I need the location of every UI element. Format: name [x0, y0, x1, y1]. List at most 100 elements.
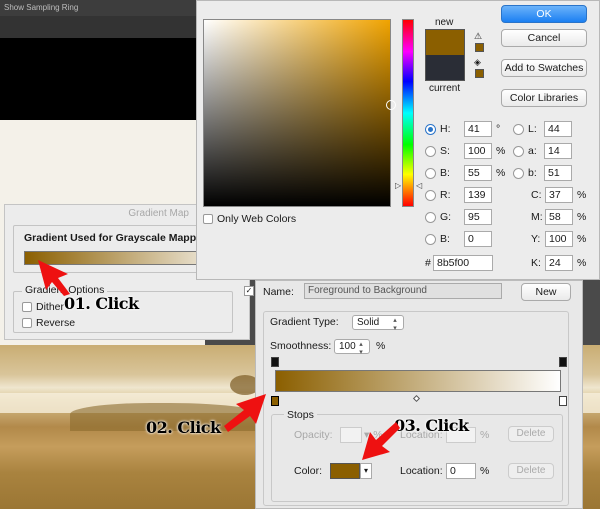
web-safe-cube-icon[interactable]: ◈ [474, 57, 481, 68]
black-unit: % [577, 257, 587, 269]
hue-unit: ° [496, 123, 501, 135]
step-1-arrow-icon [38, 260, 70, 296]
cyan-label: C: [531, 189, 542, 201]
magenta-unit: % [577, 211, 587, 223]
saturation-label: S: [440, 145, 450, 157]
brightness-input[interactable]: 55 [464, 165, 492, 181]
lab-b-input[interactable]: 51 [544, 165, 572, 181]
lab-l-input[interactable]: 44 [544, 121, 572, 137]
opacity-label: Opacity: [294, 429, 333, 441]
reverse-label: Reverse [36, 317, 76, 329]
opacity-stop-right[interactable] [559, 357, 567, 367]
magenta-input[interactable]: 58 [545, 209, 573, 225]
smoothness-select[interactable]: 100 [334, 339, 370, 356]
gradient-name-input[interactable]: Foreground to Background [304, 283, 502, 299]
cyan-row: C: 37 % [531, 187, 587, 203]
ok-button[interactable]: OK [501, 5, 587, 23]
reverse-checkbox[interactable]: Reverse [22, 317, 75, 329]
gradient-settings-panel: Gradient Type: Solid Smoothness: 100 % O… [263, 311, 569, 506]
opacity-input[interactable] [340, 427, 362, 443]
gradient-type-label: Gradient Type: [270, 316, 339, 328]
add-to-swatches-button[interactable]: Add to Swatches [501, 59, 587, 77]
black-label: K: [531, 257, 541, 269]
gradient-bar[interactable] [275, 370, 561, 392]
cancel-button[interactable]: Cancel [501, 29, 587, 47]
gradient-type-row: Gradient Type: [270, 316, 339, 328]
hue-input[interactable]: 41 [464, 121, 492, 137]
color-location-input[interactable]: 0 [446, 463, 476, 479]
color-stop-left[interactable] [271, 396, 279, 406]
saturation-input[interactable]: 100 [464, 143, 492, 159]
lab-b-radio[interactable] [513, 167, 524, 179]
red-label: R: [440, 189, 451, 201]
dither-label: Dither [36, 301, 65, 313]
hue-label: H: [440, 123, 451, 135]
stops-label: Stops [284, 409, 317, 421]
green-input[interactable]: 95 [464, 209, 492, 225]
hue-slider[interactable] [402, 19, 414, 207]
opacity-location-unit: % [480, 429, 490, 441]
yellow-input[interactable]: 100 [545, 231, 573, 247]
current-color-swatch[interactable] [425, 55, 465, 81]
lab-l-radio[interactable] [513, 123, 524, 135]
lab-a-input[interactable]: 14 [544, 143, 572, 159]
dither-checkbox[interactable]: Dither [22, 301, 64, 313]
hue-slider-right-arrow-icon[interactable]: ◁ [416, 181, 422, 190]
hue-radio[interactable] [425, 123, 436, 135]
blue-input[interactable]: 0 [464, 231, 492, 247]
color-stop-right[interactable] [559, 396, 567, 406]
hue-slider-left-arrow-icon[interactable]: ▷ [395, 181, 401, 190]
opacity-delete-button[interactable]: Delete [508, 426, 554, 442]
saturation-brightness-field[interactable] [203, 19, 396, 207]
brightness-radio[interactable] [425, 167, 436, 179]
stop-color-chevron-down-icon[interactable]: ▾ [360, 463, 372, 479]
only-web-colors-checkbox[interactable]: Only Web Colors [203, 213, 296, 225]
blue-row: B: 0 [425, 231, 492, 247]
opacity-stop-left[interactable] [271, 357, 279, 367]
hex-input[interactable]: 8b5f00 [433, 255, 493, 271]
color-libraries-button[interactable]: Color Libraries [501, 89, 587, 107]
web-safe-swatch[interactable] [475, 69, 484, 78]
gradient-editor-dialog: ✓ Name: Foreground to Background New Gra… [244, 280, 583, 509]
only-web-colors-box[interactable] [203, 214, 213, 224]
color-label: Color: [294, 465, 323, 477]
only-web-colors-label: Only Web Colors [217, 213, 297, 225]
blue-radio[interactable] [425, 233, 436, 245]
checkmark-icon[interactable]: ✓ [244, 286, 254, 296]
lab-a-label: a: [528, 145, 537, 157]
color-picker-dialog: ▷ ◁ new current ⚠ ◈ OK Cancel Add to Swa… [196, 0, 600, 280]
yellow-label: Y: [531, 233, 541, 245]
lab-a-radio[interactable] [513, 145, 524, 157]
magenta-row: M: 58 % [531, 209, 587, 225]
cyan-unit: % [577, 189, 587, 201]
color-location-label: Location: [400, 465, 443, 477]
step-3-note: 03. Click [394, 416, 469, 435]
color-delete-button[interactable]: Delete [508, 463, 554, 479]
saturation-row: S: 100 % [425, 143, 506, 159]
color-field-marker[interactable] [386, 100, 396, 110]
current-color-label: current [429, 83, 461, 94]
cyan-input[interactable]: 37 [545, 187, 573, 203]
red-input[interactable]: 139 [464, 187, 492, 203]
reverse-checkbox-box[interactable] [22, 318, 32, 328]
gradient-type-select[interactable]: Solid [352, 315, 404, 332]
red-radio[interactable] [425, 189, 436, 201]
gamut-swatch[interactable] [475, 43, 484, 52]
dither-checkbox-box[interactable] [22, 302, 32, 312]
midpoint-diamond[interactable] [412, 394, 421, 403]
saturation-radio[interactable] [425, 145, 436, 157]
gamut-warning-icon[interactable]: ⚠ [474, 31, 482, 42]
smoothness-unit: % [376, 340, 386, 352]
black-input[interactable]: 24 [545, 255, 573, 271]
lab-l-row: L: 44 [513, 121, 572, 137]
yellow-unit: % [577, 233, 587, 245]
smoothness-row: Smoothness: [270, 340, 331, 352]
step-2-arrow-icon [224, 394, 266, 432]
green-radio[interactable] [425, 211, 436, 223]
gradient-label: Gradient Used for Grayscale Mapping [24, 232, 212, 244]
magenta-label: M: [531, 211, 543, 223]
gradient-name-label: Name: [263, 286, 294, 298]
new-gradient-button[interactable]: New [521, 283, 571, 301]
stop-color-swatch[interactable] [330, 463, 360, 479]
step-3-arrow-icon [362, 422, 400, 460]
